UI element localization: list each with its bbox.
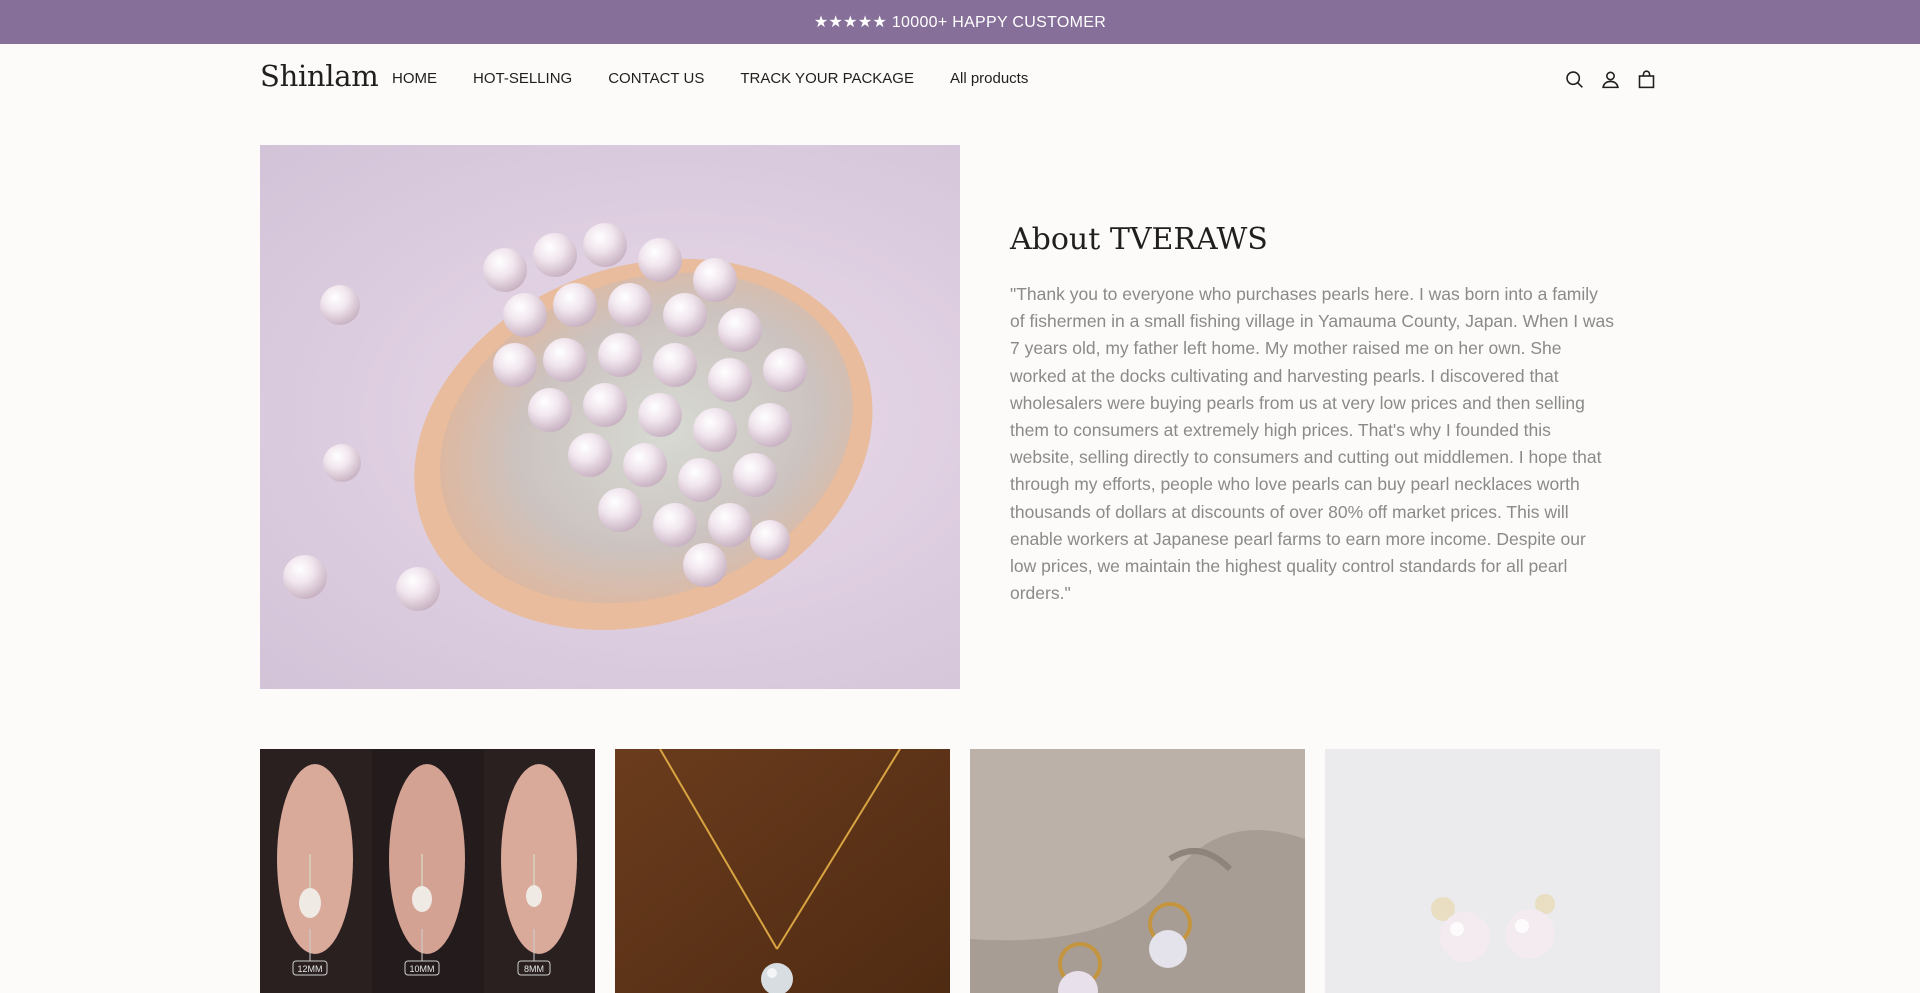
product-card-stud-earrings[interactable] xyxy=(1325,749,1660,993)
product-card-hoop-earrings[interactable] xyxy=(970,749,1305,993)
nav-hot-selling[interactable]: HOT-SELLING xyxy=(473,70,572,87)
site-logo[interactable]: Shinlam xyxy=(260,59,379,93)
product-grid: 12MM 10MM 8MM xyxy=(260,749,1660,993)
about-pearl-shell-image xyxy=(260,145,960,689)
about-title: About TVERAWS xyxy=(1010,222,1268,257)
product-card-drop-earrings[interactable]: 12MM 10MM 8MM xyxy=(260,749,595,993)
cart-icon[interactable] xyxy=(1635,68,1657,90)
size-label-12mm: 12MM xyxy=(297,964,322,974)
product-card-pearl-pendant[interactable] xyxy=(615,749,950,993)
size-label-10mm: 10MM xyxy=(409,964,434,974)
pearl-pendant-image xyxy=(615,749,950,993)
search-icon[interactable] xyxy=(1563,68,1585,90)
nav-track-package[interactable]: TRACK YOUR PACKAGE xyxy=(740,70,914,87)
announcement-bar: ★★★★★ 10000+ HAPPY CUSTOMER xyxy=(0,0,1920,44)
size-label-8mm: 8MM xyxy=(524,964,544,974)
drop-earrings-image: 12MM 10MM 8MM xyxy=(260,749,595,993)
about-body-text: "Thank you to everyone who purchases pea… xyxy=(1010,284,1615,604)
header-icons xyxy=(1563,68,1657,90)
nav-all-products[interactable]: All products xyxy=(950,70,1028,87)
nav-contact-us[interactable]: CONTACT US xyxy=(608,70,704,87)
account-icon[interactable] xyxy=(1599,68,1621,90)
announcement-text: ★★★★★ 10000+ HAPPY CUSTOMER xyxy=(813,14,1107,31)
hoop-earrings-image xyxy=(970,749,1305,993)
main-nav: HOME HOT-SELLING CONTACT US TRACK YOUR P… xyxy=(392,70,1028,87)
nav-home[interactable]: HOME xyxy=(392,70,437,87)
site-header: Shinlam HOME HOT-SELLING CONTACT US TRAC… xyxy=(0,44,1920,114)
stud-earrings-image xyxy=(1325,749,1660,993)
